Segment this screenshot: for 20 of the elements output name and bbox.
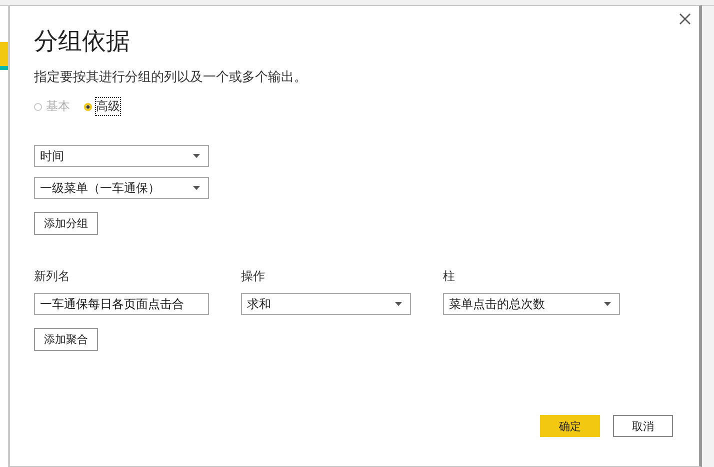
caret-icon xyxy=(604,302,611,306)
ok-button[interactable]: 确定 xyxy=(540,415,600,437)
dialog-description: 指定要按其进行分组的列以及一个或多个输出。 xyxy=(34,70,308,86)
operation-dropdown[interactable]: 求和 xyxy=(241,293,411,315)
new-column-name-field[interactable]: 一车通保每日各页面点击合 xyxy=(34,293,209,315)
caret-icon xyxy=(395,302,402,306)
column-label: 操作 xyxy=(241,268,266,285)
group-by-dropdown[interactable]: 时间 xyxy=(34,145,209,167)
caret-icon xyxy=(193,154,200,158)
close-icon[interactable] xyxy=(679,13,691,25)
column-label: 柱 xyxy=(443,268,456,285)
caret-icon xyxy=(193,186,200,190)
cancel-button[interactable]: 取消 xyxy=(613,415,673,437)
dialog-title: 分组依据 xyxy=(34,26,131,56)
add-group-button[interactable]: 添加分组 xyxy=(34,212,98,235)
column-dropdown[interactable]: 菜单点击的总次数 xyxy=(443,293,620,315)
radio-option[interactable]: 高级 xyxy=(84,98,120,115)
add-aggregation-button[interactable]: 添加聚合 xyxy=(34,328,98,351)
column-label: 新列名 xyxy=(34,268,71,285)
group-by-dropdown[interactable]: 一级菜单（一车通保） xyxy=(34,177,209,199)
